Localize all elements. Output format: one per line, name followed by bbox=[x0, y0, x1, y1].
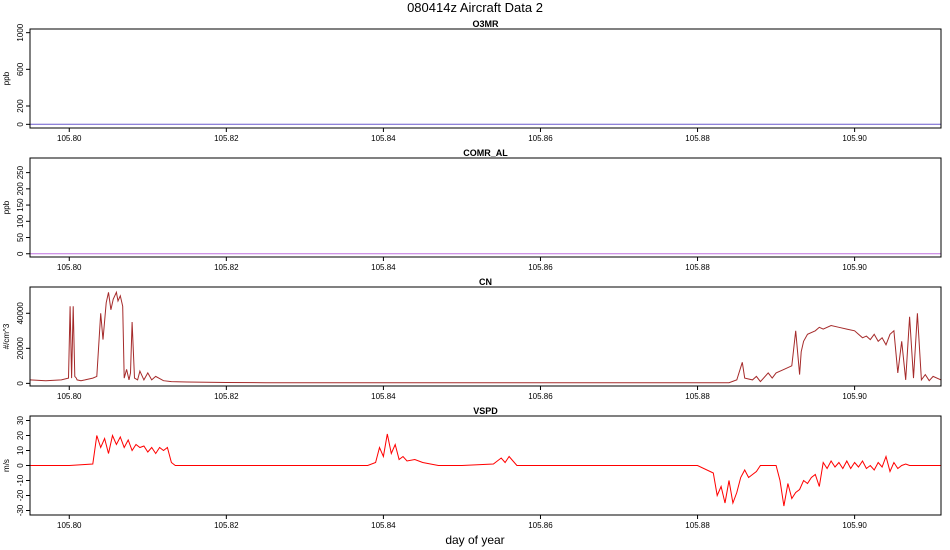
panel-3: CN 105.80 105.82 105.84 105.86 105.88 105.90 0 2… bbox=[2, 277, 942, 401]
y-axis-label: ppb bbox=[2, 200, 11, 214]
plot-frame bbox=[29, 28, 942, 129]
x-tick-label: 105.90 bbox=[842, 521, 867, 530]
plot-frame bbox=[29, 286, 942, 387]
x-tick-label: 105.80 bbox=[57, 521, 82, 530]
x-tick-label: 105.86 bbox=[528, 521, 553, 530]
y-axis-label: #/cm^3 bbox=[2, 323, 11, 349]
plot-frame bbox=[29, 157, 942, 258]
series-line-3-1 bbox=[30, 290, 941, 384]
y-tick-label: 150 bbox=[16, 198, 25, 212]
plot-frame bbox=[29, 415, 942, 516]
figure: 080414z Aircraft Data 2 day of year O3MR… bbox=[2, 0, 942, 547]
y-tick-label: 250 bbox=[16, 165, 25, 179]
x-tick-label: 105.86 bbox=[528, 392, 553, 401]
panel-2: COMR_AL 105.80 105.82 105.84 105.86 105.88 105… bbox=[2, 148, 942, 272]
x-tick-label: 105.86 bbox=[528, 263, 553, 272]
y-tick-label: -10 bbox=[16, 474, 25, 486]
figure-title: 080414z Aircraft Data 2 bbox=[407, 0, 543, 15]
x-tick-label: 105.82 bbox=[214, 392, 239, 401]
x-tick-label: 105.84 bbox=[371, 134, 396, 143]
y-tick-label: 30 bbox=[16, 416, 25, 425]
y-tick-label: 0 bbox=[16, 463, 25, 468]
y-tick-label: 200 bbox=[16, 99, 25, 113]
x-tick-label: 105.84 bbox=[371, 392, 396, 401]
y-tick-label: 600 bbox=[16, 62, 25, 76]
y-tick-label: 40000 bbox=[16, 302, 25, 325]
series-line-4-1 bbox=[30, 433, 941, 507]
x-tick-label: 105.90 bbox=[842, 134, 867, 143]
x-tick-label: 105.82 bbox=[214, 521, 239, 530]
x-tick-label: 105.84 bbox=[371, 521, 396, 530]
x-tick-label: 105.88 bbox=[685, 521, 710, 530]
x-axis-label: day of year bbox=[445, 533, 504, 547]
x-tick-label: 105.90 bbox=[842, 392, 867, 401]
y-tick-label: -20 bbox=[16, 489, 25, 501]
x-tick-label: 105.80 bbox=[57, 392, 82, 401]
x-tick-label: 105.90 bbox=[842, 263, 867, 272]
y-tick-label: 200 bbox=[16, 182, 25, 196]
x-tick-label: 105.80 bbox=[57, 134, 82, 143]
y-tick-label: 50 bbox=[16, 233, 25, 242]
x-tick-label: 105.82 bbox=[214, 263, 239, 272]
panel-1: O3MR 105.80 105.82 105.84 105.86 105.88 105.90… bbox=[2, 19, 942, 143]
panels: O3MR 105.80 105.82 105.84 105.86 105.88 105.90… bbox=[2, 19, 942, 530]
y-tick-label: 0 bbox=[16, 381, 25, 386]
panel-title: CN bbox=[479, 277, 492, 287]
panel-title: VSPD bbox=[473, 406, 498, 416]
y-tick-label: 20000 bbox=[16, 337, 25, 360]
x-tick-label: 105.88 bbox=[685, 392, 710, 401]
panel-title: O3MR bbox=[472, 19, 499, 29]
y-tick-label: 1000 bbox=[16, 23, 25, 41]
y-tick-label: 0 bbox=[16, 251, 25, 256]
y-axis-label: ppb bbox=[2, 71, 11, 85]
y-tick-label: -30 bbox=[16, 504, 25, 516]
x-tick-label: 105.84 bbox=[371, 263, 396, 272]
y-tick-label: 20 bbox=[16, 431, 25, 440]
x-tick-label: 105.82 bbox=[214, 134, 239, 143]
panel-4: VSPD 105.80 105.82 105.84 105.86 105.88 105.90… bbox=[2, 406, 942, 530]
y-tick-label: 10 bbox=[16, 446, 25, 455]
x-tick-label: 105.88 bbox=[685, 134, 710, 143]
y-axis-label: m/s bbox=[2, 459, 11, 472]
y-tick-label: 0 bbox=[16, 122, 25, 127]
x-tick-label: 105.80 bbox=[57, 263, 82, 272]
x-tick-label: 105.86 bbox=[528, 134, 553, 143]
x-tick-label: 105.88 bbox=[685, 263, 710, 272]
y-tick-label: 100 bbox=[16, 214, 25, 228]
panel-title: COMR_AL bbox=[463, 148, 508, 158]
